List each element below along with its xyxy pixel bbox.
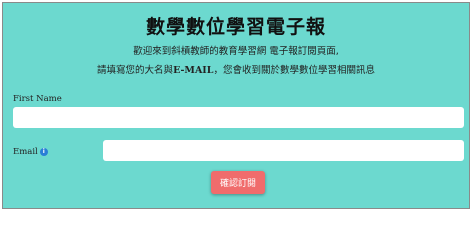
subscribe-button[interactable]: 確認訂閱 <box>211 171 265 194</box>
intro-text: 歡迎來到斜槓教師的教育學習網 電子報訂閱頁面, <box>133 46 339 57</box>
prompt-text-after: ，您會收到關於數學數位學習相關訊息 <box>213 65 375 76</box>
subscribe-form-container: 數學數位學習電子報 歡迎來到斜槓教師的教育學習網 電子報訂閱頁面, 請填寫您的大… <box>2 2 470 209</box>
first-name-label: First Name <box>13 94 62 104</box>
first-name-input[interactable] <box>13 107 464 128</box>
email-label-row: Email i <box>13 147 48 157</box>
prompt-text-before: 請填寫您的大名與 <box>97 65 174 76</box>
email-label: Email <box>13 147 38 157</box>
form-title: 數學數位學習電子報 <box>145 16 326 38</box>
info-icon[interactable]: i <box>39 148 48 156</box>
email-input[interactable] <box>103 140 464 161</box>
prompt-text: 請填寫您的大名與E-MAIL，您會收到關於數學數位學習相關訊息 <box>3 62 469 76</box>
prompt-text-email: E-MAIL <box>173 65 214 76</box>
